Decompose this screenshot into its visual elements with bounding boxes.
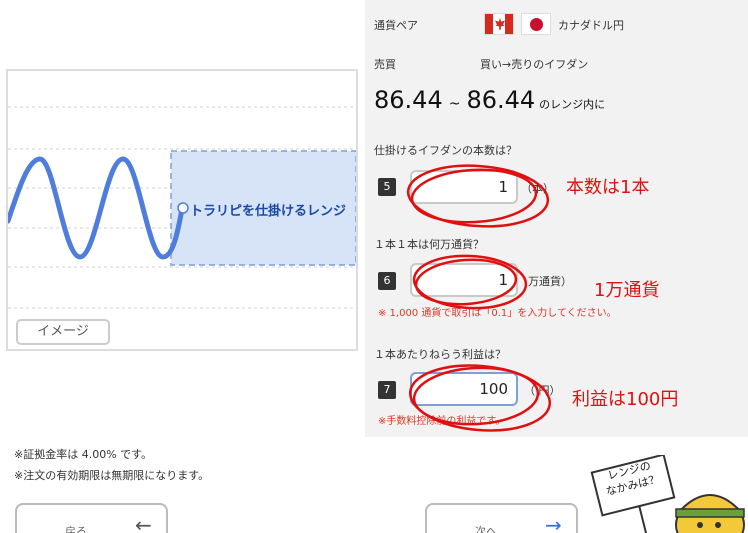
range-low: 86.44 bbox=[374, 86, 443, 114]
margin-rate-note: ※証拠金率は 4.00% です。 bbox=[14, 448, 153, 461]
side-value: 買い→売りのイフダン bbox=[480, 58, 589, 71]
count-question: 仕掛けるイフダンの本数は？ bbox=[374, 144, 517, 157]
range-illustration: トラリピを仕掛けるレンジ イメージ bbox=[6, 69, 358, 351]
arrow-left-icon: ← bbox=[135, 513, 152, 533]
unit-note: ※ 1,000 通貨で取引は「0.1」を入力してください。 bbox=[378, 308, 617, 319]
image-tag: イメージ bbox=[16, 319, 110, 345]
profit-unit: （ 円） bbox=[524, 384, 561, 397]
range-tail: のレンジ内に bbox=[539, 98, 606, 111]
step-5-badge: 5 bbox=[378, 178, 396, 196]
count-unit: （本） bbox=[521, 182, 554, 195]
step-7-badge: 7 bbox=[378, 381, 396, 399]
range-high: 86.44 bbox=[466, 86, 536, 114]
arrow-right-icon: → bbox=[545, 513, 562, 533]
profit-question: １本あたりねらう利益は？ bbox=[374, 348, 506, 361]
expiry-note: ※注文の有効期限は無期限になります。 bbox=[14, 469, 210, 482]
side-label: 売買 bbox=[374, 58, 396, 71]
step-6-badge: 6 bbox=[378, 272, 396, 290]
next-button-label: 次へ bbox=[475, 525, 497, 533]
unit-input[interactable]: 1 bbox=[410, 263, 518, 297]
unit-unit: 万通貨） bbox=[528, 275, 572, 288]
next-button[interactable]: 次へ → bbox=[425, 503, 578, 533]
back-button-label: 戻る bbox=[65, 525, 87, 533]
annotation-count: 本数は1本 bbox=[566, 177, 650, 198]
profit-input[interactable]: 100 bbox=[410, 372, 518, 406]
back-button[interactable]: 戻る ← bbox=[15, 503, 168, 533]
range-label: トラリピを仕掛けるレンジ bbox=[190, 204, 347, 219]
annotation-unit: 1万通貨 bbox=[594, 280, 660, 301]
range-display: 86.44 ~86.44 のレンジ内に bbox=[374, 86, 605, 114]
range-separator: ~ bbox=[448, 96, 461, 112]
japan-flag-icon bbox=[521, 13, 551, 35]
canada-flag-icon bbox=[484, 13, 514, 35]
count-input[interactable]: 1 bbox=[410, 170, 518, 204]
unit-question: １本１本は何万通貨？ bbox=[374, 238, 484, 251]
currency-pair-value: カナダドル円 bbox=[558, 19, 624, 32]
profit-note: ※手数料控除前の利益です。 bbox=[378, 416, 506, 427]
currency-pair-label: 通貨ペア bbox=[374, 19, 418, 32]
annotation-profit: 利益は100円 bbox=[572, 389, 679, 410]
